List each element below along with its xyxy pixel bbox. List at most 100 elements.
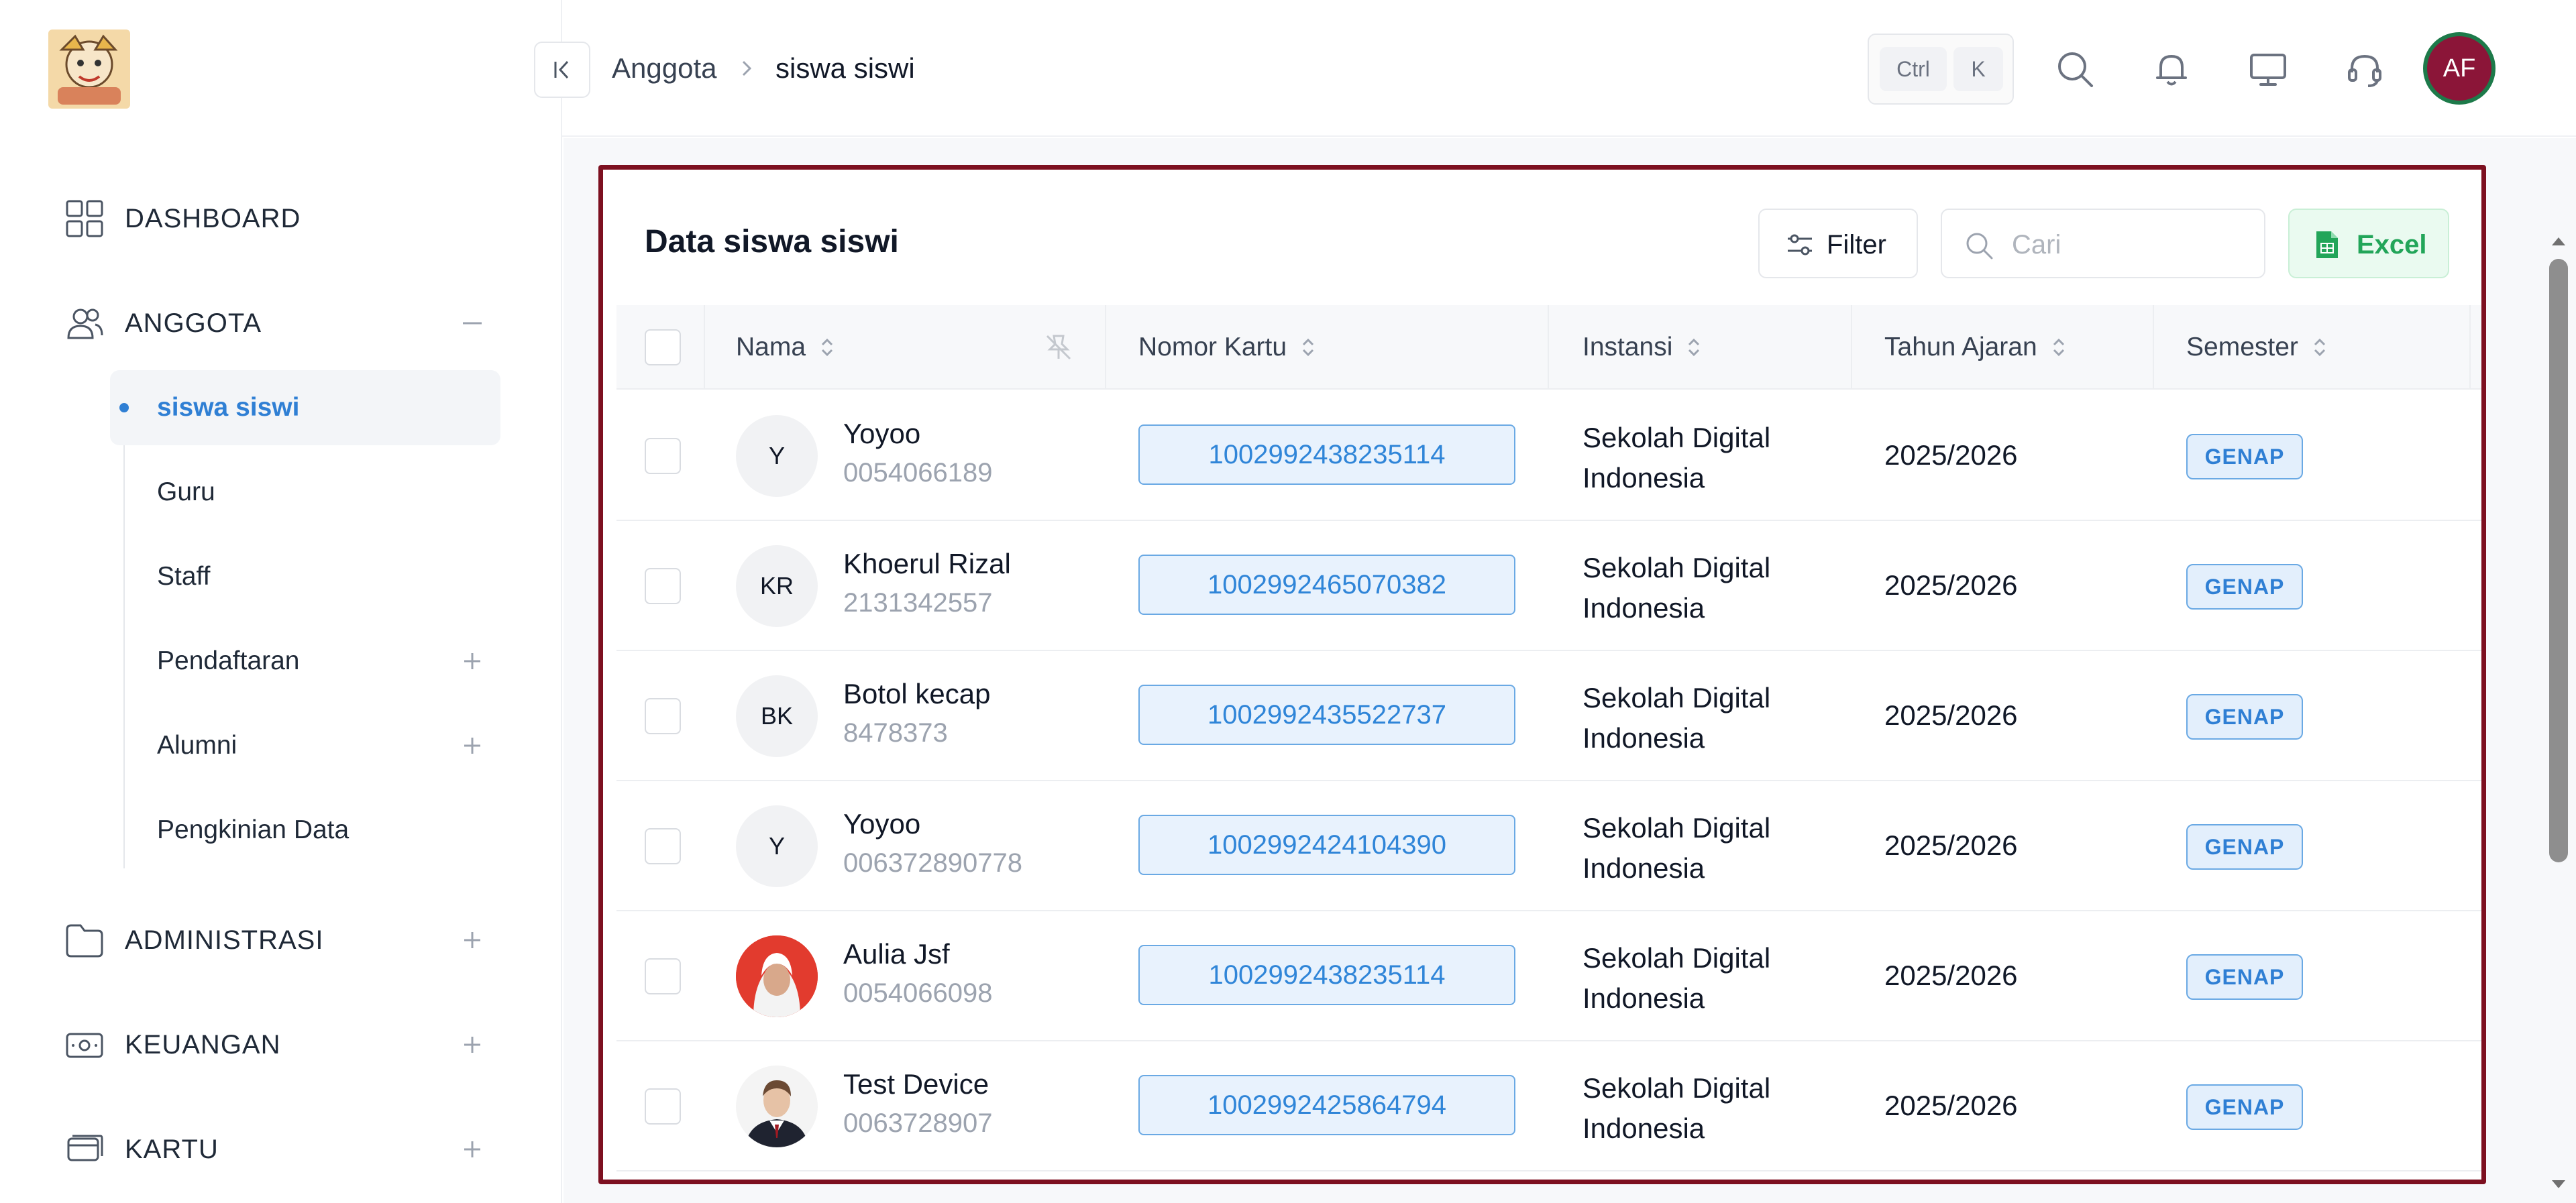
breadcrumb-current: siswa siswi: [775, 52, 915, 84]
student-photo: [736, 1066, 818, 1147]
table-row[interactable]: Test Device 0063728907 1002992425864794 …: [616, 1041, 2481, 1171]
nav-kartu[interactable]: KARTU: [0, 1116, 562, 1183]
student-name[interactable]: Yoyoo: [843, 808, 920, 840]
bell-icon[interactable]: [2151, 48, 2192, 90]
institution-line: Sekolah Digital: [1582, 682, 1771, 713]
search-icon: [1966, 233, 1993, 260]
academic-year: 2025/2026: [1884, 1090, 2018, 1121]
column-header-nama[interactable]: Nama: [736, 305, 837, 390]
select-all-checkbox[interactable]: [645, 329, 681, 365]
column-divider: [2469, 305, 2471, 388]
column-divider: [1548, 305, 1549, 388]
column-header-tahun-ajaran[interactable]: Tahun Ajaran: [1884, 305, 2068, 390]
card-number[interactable]: 1002992435522737: [1138, 685, 1515, 745]
row-checkbox[interactable]: [645, 1088, 681, 1125]
column-header-instansi[interactable]: Instansi: [1582, 305, 1703, 390]
table-row[interactable]: BK Botol kecap 8478373 1002992435522737 …: [616, 651, 2481, 781]
app-logo[interactable]: [48, 30, 130, 109]
row-checkbox[interactable]: [645, 568, 681, 604]
scroll-down-icon[interactable]: [2549, 1175, 2568, 1194]
student-name[interactable]: Aulia Jsf: [843, 938, 950, 970]
sidebar-item-label: Pendaftaran: [157, 646, 300, 675]
column-divider: [2153, 305, 2154, 388]
avatar: KR: [736, 545, 818, 627]
table-row[interactable]: Y Yoyoo 0054066189 1002992438235114 Seko…: [616, 391, 2481, 521]
card-number[interactable]: 1002992465070382: [1138, 555, 1515, 615]
plus-icon[interactable]: [456, 730, 488, 762]
nav-anggota[interactable]: ANGGOTA: [0, 290, 562, 357]
card-number[interactable]: 1002992425864794: [1138, 1075, 1515, 1135]
sliders-icon: [1788, 234, 1812, 255]
academic-year: 2025/2026: [1884, 439, 2018, 471]
column-header-semester[interactable]: Semester: [2186, 305, 2329, 390]
student-name[interactable]: Yoyoo: [843, 418, 920, 450]
card-number[interactable]: 1002992424104390: [1138, 815, 1515, 875]
student-id: 0063728907: [843, 1108, 993, 1138]
avatar-photo: [736, 1066, 818, 1147]
plus-icon[interactable]: [456, 1133, 488, 1165]
row-checkbox[interactable]: [645, 958, 681, 994]
excel-export-button[interactable]: Excel: [2288, 209, 2449, 278]
command-palette-shortcut[interactable]: Ctrl K: [1868, 34, 2014, 105]
collapse-left-icon: [554, 60, 569, 79]
sort-icon: [1303, 338, 1314, 357]
institution-line: Indonesia: [1582, 592, 1705, 624]
plus-icon[interactable]: [456, 1029, 488, 1061]
monitor-icon[interactable]: [2247, 48, 2289, 90]
avatar: Y: [736, 415, 818, 497]
search-input[interactable]: [2012, 225, 2253, 265]
user-avatar[interactable]: AF: [2423, 32, 2496, 105]
institution-line: Indonesia: [1582, 982, 1705, 1014]
unpin-icon[interactable]: [1043, 332, 1074, 363]
breadcrumb-anggota[interactable]: Anggota: [612, 52, 716, 84]
headset-icon[interactable]: [2344, 48, 2385, 90]
student-photo: [736, 935, 818, 1017]
institution: Sekolah Digital Indonesia: [1582, 418, 1797, 498]
student-name[interactable]: Botol kecap: [843, 678, 990, 710]
row-checkbox[interactable]: [645, 828, 681, 864]
collapse-sidebar-button[interactable]: [534, 42, 590, 98]
student-id: 2131342557: [843, 588, 993, 618]
table-search[interactable]: [1941, 209, 2265, 278]
table-row[interactable]: Y Yoyoo 006372890778 1002992424104390 Se…: [616, 781, 2481, 911]
row-checkbox[interactable]: [645, 438, 681, 474]
student-id: 0054066098: [843, 978, 993, 1008]
column-divider: [1851, 305, 1852, 388]
row-checkbox[interactable]: [645, 698, 681, 734]
page-scrollbar[interactable]: [2549, 259, 2568, 862]
table-row[interactable]: Aulia Jsf 0054066098 1002992438235114 Se…: [616, 911, 2481, 1041]
card-number[interactable]: 1002992438235114: [1138, 424, 1515, 485]
nav-administrasi[interactable]: ADMINISTRASI: [0, 907, 562, 974]
sidebar-item-staff[interactable]: Staff: [125, 539, 500, 614]
minus-icon[interactable]: [456, 307, 488, 339]
institution-line: Indonesia: [1582, 722, 1705, 754]
search-icon[interactable]: [2054, 48, 2096, 90]
plus-icon[interactable]: [456, 924, 488, 956]
sidebar-item-guru[interactable]: Guru: [125, 455, 500, 530]
nav-label: KARTU: [125, 1134, 219, 1164]
spreadsheet-icon: [2316, 231, 2338, 258]
scroll-up-icon[interactable]: [2549, 232, 2568, 251]
column-header-nomor-kartu[interactable]: Nomor Kartu: [1138, 305, 1318, 390]
nav-dashboard[interactable]: DASHBOARD: [0, 185, 562, 252]
column-label: Nomor Kartu: [1138, 333, 1287, 361]
semester-badge: GENAP: [2186, 694, 2303, 740]
card-number[interactable]: 1002992438235114: [1138, 945, 1515, 1005]
table-row[interactable]: KR Khoerul Rizal 2131342557 100299246507…: [616, 521, 2481, 651]
nav-label: KEUANGAN: [125, 1029, 281, 1059]
sidebar-item-pendaftaran[interactable]: Pendaftaran: [125, 624, 500, 699]
filter-label: Filter: [1827, 230, 1886, 260]
sidebar-item-label: Pengkinian Data: [157, 815, 350, 844]
sidebar-item-alumni[interactable]: Alumni: [125, 708, 500, 783]
institution-line: Sekolah Digital: [1582, 552, 1771, 583]
nav-keuangan[interactable]: KEUANGAN: [0, 1011, 562, 1078]
semester-badge: GENAP: [2186, 434, 2303, 479]
plus-icon[interactable]: [456, 645, 488, 677]
student-name[interactable]: Khoerul Rizal: [843, 548, 1011, 580]
institution-line: Indonesia: [1582, 852, 1705, 884]
sidebar-item-label: siswa siswi: [157, 393, 300, 422]
sidebar-item-pengkinian-data[interactable]: Pengkinian Data: [125, 793, 500, 868]
sidebar-item-siswa-siswi[interactable]: siswa siswi: [110, 370, 500, 445]
filter-button[interactable]: Filter: [1758, 209, 1918, 278]
student-name[interactable]: Test Device: [843, 1068, 989, 1100]
